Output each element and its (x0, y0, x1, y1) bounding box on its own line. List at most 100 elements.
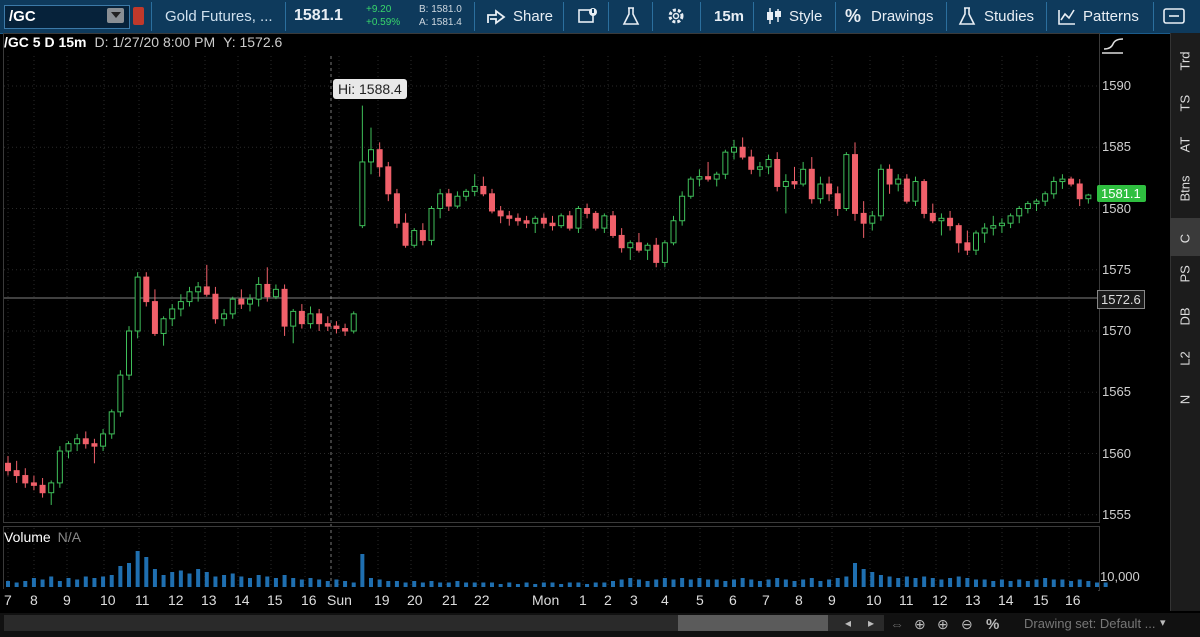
side-tab-db[interactable]: DB (1170, 297, 1200, 335)
time-tick-label: 22 (474, 592, 490, 608)
candle-body (601, 215, 608, 229)
zoom-out-icon[interactable]: ⊖ (961, 616, 973, 633)
candle-body (756, 166, 763, 170)
candle-body (826, 183, 833, 195)
percent-scale-icon[interactable]: % (986, 616, 999, 633)
candle-body (221, 313, 228, 320)
candle-body (100, 433, 107, 447)
candle-body (687, 178, 694, 197)
candle-body (627, 242, 634, 249)
candle-body (316, 313, 323, 325)
candle-body (393, 193, 400, 224)
candle-body (696, 176, 703, 180)
candle-body (134, 276, 141, 332)
candle-body (48, 482, 55, 494)
candle-body (255, 283, 262, 300)
candle-body (817, 183, 824, 200)
time-tick-label: 4 (661, 592, 669, 608)
time-tick-label: 10 (866, 592, 882, 608)
candle-body (549, 222, 556, 227)
time-tick-label: 6 (729, 592, 737, 608)
scroll-right-icon[interactable]: ▸ (868, 616, 874, 630)
time-tick-label: 5 (696, 592, 704, 608)
volume-axis-label: 10,000 (1100, 569, 1140, 584)
scroll-left-icon[interactable]: ◂ (845, 616, 851, 630)
side-tab-l2[interactable]: L2 (1170, 338, 1200, 376)
price-tick-label: 1575 (1102, 261, 1131, 277)
candle-body (1068, 178, 1075, 185)
time-tick-label: 12 (168, 592, 184, 608)
side-tab-btns[interactable]: Btns (1170, 173, 1200, 211)
time-tick-label: 21 (442, 592, 458, 608)
candle-body (774, 159, 781, 187)
candle-body (117, 374, 124, 413)
candle-body (229, 298, 236, 315)
candle-body (713, 173, 720, 180)
candle-body (39, 484, 46, 494)
volume-panel[interactable] (3, 526, 1100, 591)
time-tick-label: 8 (795, 592, 803, 608)
side-tab-ts[interactable]: TS (1170, 83, 1200, 121)
side-tab-c[interactable]: C (1170, 218, 1200, 256)
time-tick-label: 1 (579, 592, 587, 608)
price-tick-label: 1590 (1102, 78, 1131, 93)
candle-body (65, 443, 72, 452)
crosshair-price-badge: 1572.6 (1097, 290, 1145, 309)
candle-body (238, 298, 245, 305)
candle-body (644, 244, 651, 251)
candle-body (575, 208, 582, 229)
candle-body (955, 225, 962, 244)
time-tick-label: 15 (1033, 592, 1049, 608)
candle-body (247, 298, 253, 305)
side-tab-label: AT (1177, 136, 1193, 153)
candle-body (1085, 194, 1092, 200)
time-tick-label: 14 (998, 592, 1014, 608)
side-tab-label: C (1177, 233, 1193, 244)
candle-body (895, 178, 902, 185)
candle-body (290, 310, 297, 327)
candle-body (938, 217, 945, 222)
candle-body (739, 146, 746, 158)
candle-body (497, 210, 504, 217)
candle-body (886, 168, 893, 185)
crosshair-icon[interactable]: ⊕ (914, 616, 926, 633)
candle-body (160, 318, 167, 334)
candle-body (679, 195, 686, 222)
side-tab-at[interactable]: AT (1170, 124, 1200, 162)
candle-body (592, 212, 599, 229)
candle-body (566, 215, 573, 229)
drawing-set-label[interactable]: Drawing set: Default ... (1024, 616, 1156, 631)
candle-body (921, 181, 928, 214)
candle-body (506, 215, 513, 219)
candle-body (91, 443, 98, 447)
scrollbar-thumb[interactable] (678, 615, 828, 631)
candle-body (540, 217, 547, 224)
candle-body (411, 230, 418, 246)
candle-body (705, 176, 712, 180)
candle-body (419, 230, 426, 241)
drawing-set-dropdown-icon[interactable]: ▾ (1160, 616, 1166, 629)
candle-body (428, 208, 435, 241)
side-tab-trd[interactable]: Trd (1170, 42, 1200, 80)
candle-body (385, 166, 392, 195)
drag-icon[interactable]: ⇔ (890, 616, 904, 632)
chart-info-bar: /GC 5 D 15m D: 1/27/20 8:00 PM Y: 1572.6 (4, 34, 291, 54)
candle-body (765, 159, 772, 168)
side-tab-label: Btns (1177, 175, 1193, 202)
zoom-in-icon[interactable]: ⊕ (937, 616, 949, 633)
candle-body (514, 217, 521, 222)
candle-body (108, 411, 115, 435)
side-tab-ps[interactable]: PS (1170, 254, 1200, 292)
candle-body (852, 154, 858, 214)
side-tab-n[interactable]: N (1170, 379, 1200, 417)
time-tick-label: 9 (63, 592, 71, 608)
price-tick-label: 1570 (1102, 323, 1131, 338)
candle-body (791, 181, 798, 185)
candle-body (1016, 208, 1023, 217)
time-tick-label: 19 (374, 592, 390, 608)
price-axis-scale-icon[interactable] (1101, 37, 1125, 55)
last-price-badge: 1581.1 (1097, 185, 1146, 202)
candle-body (376, 149, 383, 168)
candle-body (169, 308, 176, 320)
side-tab-label: N (1177, 394, 1193, 405)
